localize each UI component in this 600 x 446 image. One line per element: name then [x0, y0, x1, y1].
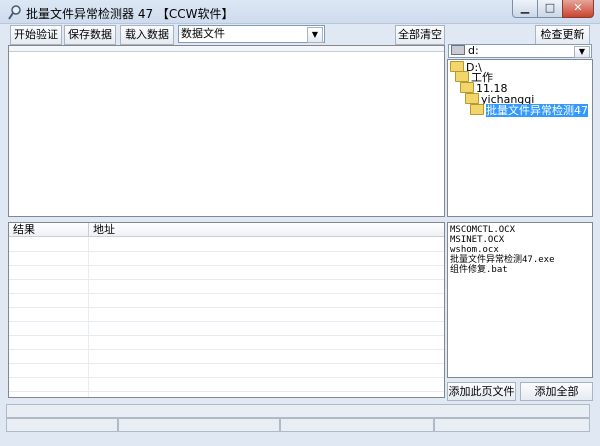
- add-all-button[interactable]: 添加全部: [520, 382, 593, 401]
- status-segment-1: [6, 418, 118, 432]
- folder-open-icon: [455, 71, 469, 82]
- tree-item-current-folder[interactable]: 批量文件异常检测47: [470, 104, 588, 117]
- drive-icon: [451, 45, 465, 55]
- title-bar: 批量文件异常检测器 47 【CCW软件】: [0, 0, 600, 24]
- folder-open-icon: [470, 104, 484, 115]
- list-item[interactable]: 批量文件异常检测47.exe: [450, 255, 555, 265]
- table-row: [9, 363, 444, 364]
- minimize-icon: ▁: [520, 1, 530, 14]
- column-header-address[interactable]: 地址: [89, 223, 444, 237]
- table-row: [9, 307, 444, 308]
- file-list[interactable]: MSCOMCTL.OCX MSINET.OCX wshom.ocx 批量文件异常…: [447, 222, 593, 378]
- maximize-button[interactable]: □: [537, 0, 563, 18]
- drive-combo-value: d:: [468, 44, 479, 57]
- close-icon: ✕: [573, 1, 583, 14]
- list-item[interactable]: MSINET.OCX: [450, 235, 504, 245]
- clear-all-button[interactable]: 全部清空: [395, 25, 445, 45]
- status-segment-2: [118, 418, 280, 432]
- chevron-down-icon[interactable]: ▼: [307, 27, 323, 43]
- check-update-button[interactable]: 检查更新: [535, 25, 590, 45]
- table-row: [9, 265, 444, 266]
- minimize-button[interactable]: ▁: [512, 0, 538, 18]
- column-header-result[interactable]: 结果: [9, 223, 89, 237]
- table-row: [9, 279, 444, 280]
- table-row: [9, 321, 444, 322]
- list-item[interactable]: 组件修复.bat: [450, 265, 508, 275]
- table-row: [9, 349, 444, 350]
- main-panel: [8, 45, 445, 217]
- main-panel-header: [9, 46, 444, 52]
- close-button[interactable]: ✕: [562, 0, 594, 18]
- list-item[interactable]: MSCOMCTL.OCX: [450, 225, 515, 235]
- data-file-combo-value: 数据文件: [181, 27, 225, 40]
- drive-combo[interactable]: d: ▼: [448, 44, 592, 58]
- load-data-button[interactable]: 载入数据: [120, 25, 174, 45]
- magnifier-icon: [8, 5, 21, 20]
- data-file-combo[interactable]: 数据文件 ▼: [178, 25, 325, 43]
- table-row: [9, 377, 444, 378]
- table-row: [9, 391, 444, 392]
- save-data-button[interactable]: 保存数据: [64, 25, 116, 45]
- add-page-files-button[interactable]: 添加此页文件: [447, 382, 516, 401]
- table-row: [9, 335, 444, 336]
- progress-bar: [6, 404, 590, 418]
- folder-open-icon: [460, 82, 474, 93]
- list-item[interactable]: wshom.ocx: [450, 245, 499, 255]
- table-row: [9, 251, 444, 252]
- start-verify-button[interactable]: 开始验证: [10, 25, 62, 45]
- window-title: 批量文件异常检测器 47 【CCW软件】: [26, 7, 234, 21]
- status-segment-3: [280, 418, 434, 432]
- table-row: [9, 293, 444, 294]
- results-table[interactable]: 结果 地址: [8, 222, 445, 398]
- folder-tree[interactable]: D:\ 工作 11.18 yichangqi 批量文件异常检测47: [447, 59, 593, 217]
- status-segment-4: [434, 418, 590, 432]
- maximize-icon: □: [544, 1, 556, 14]
- chevron-down-icon[interactable]: ▼: [574, 46, 590, 58]
- column-divider: [88, 237, 89, 397]
- folder-open-icon: [465, 93, 479, 104]
